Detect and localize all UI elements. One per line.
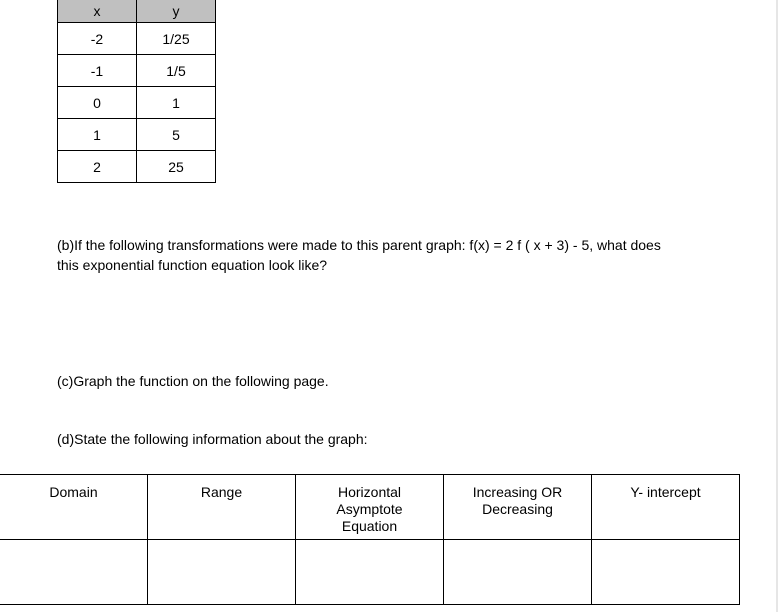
values-table: x y -2 1/25 -1 1/5 0 1 1 5 2 25 (57, 0, 216, 183)
header-horizontal-asymptote-label: Horizontal Asymptote Equation (336, 484, 403, 534)
question-b: (b)If the following transformations were… (57, 237, 661, 273)
domain-answer-cell[interactable] (0, 539, 148, 605)
header-horizontal-asymptote: Horizontal Asymptote Equation (295, 474, 444, 540)
header-increasing-decreasing-label: Increasing OR Decreasing (472, 484, 563, 517)
y-value: 25 (136, 150, 216, 183)
range-answer-cell[interactable] (147, 539, 296, 605)
column-header-x: x (57, 0, 137, 23)
table-row: 2 25 (57, 150, 216, 183)
header-range: Range (147, 474, 296, 540)
table-row: -2 1/25 (57, 22, 216, 55)
y-intercept-answer-cell[interactable] (591, 539, 740, 605)
document-page: x y -2 1/25 -1 1/5 0 1 1 5 2 25 (b)If th… (0, 0, 776, 612)
y-value: 1/5 (136, 54, 216, 87)
x-value: -1 (57, 54, 137, 87)
answer-row (0, 539, 740, 605)
table-row: -1 1/5 (57, 54, 216, 87)
header-y-intercept: Y- intercept (591, 474, 740, 540)
x-value: 2 (57, 150, 137, 183)
values-table-header-row: x y (57, 0, 216, 23)
y-value: 1/25 (136, 22, 216, 55)
graph-info-table: Domain Range Horizontal Asymptote Equati… (0, 474, 740, 605)
x-value: 0 (57, 86, 137, 119)
x-value: 1 (57, 118, 137, 151)
increasing-decreasing-answer-cell[interactable] (443, 539, 592, 605)
question-d: (d)State the following information about… (57, 431, 368, 447)
header-increasing-decreasing: Increasing OR Decreasing (443, 474, 592, 540)
column-header-y: y (136, 0, 216, 23)
header-domain: Domain (0, 474, 148, 540)
table-row: 0 1 (57, 86, 216, 119)
y-value: 5 (136, 118, 216, 151)
info-table-header-row: Domain Range Horizontal Asymptote Equati… (0, 474, 740, 540)
y-value: 1 (136, 86, 216, 119)
question-c: (c)Graph the function on the following p… (57, 373, 329, 389)
asymptote-answer-cell[interactable] (295, 539, 444, 605)
table-row: 1 5 (57, 118, 216, 151)
x-value: -2 (57, 22, 137, 55)
